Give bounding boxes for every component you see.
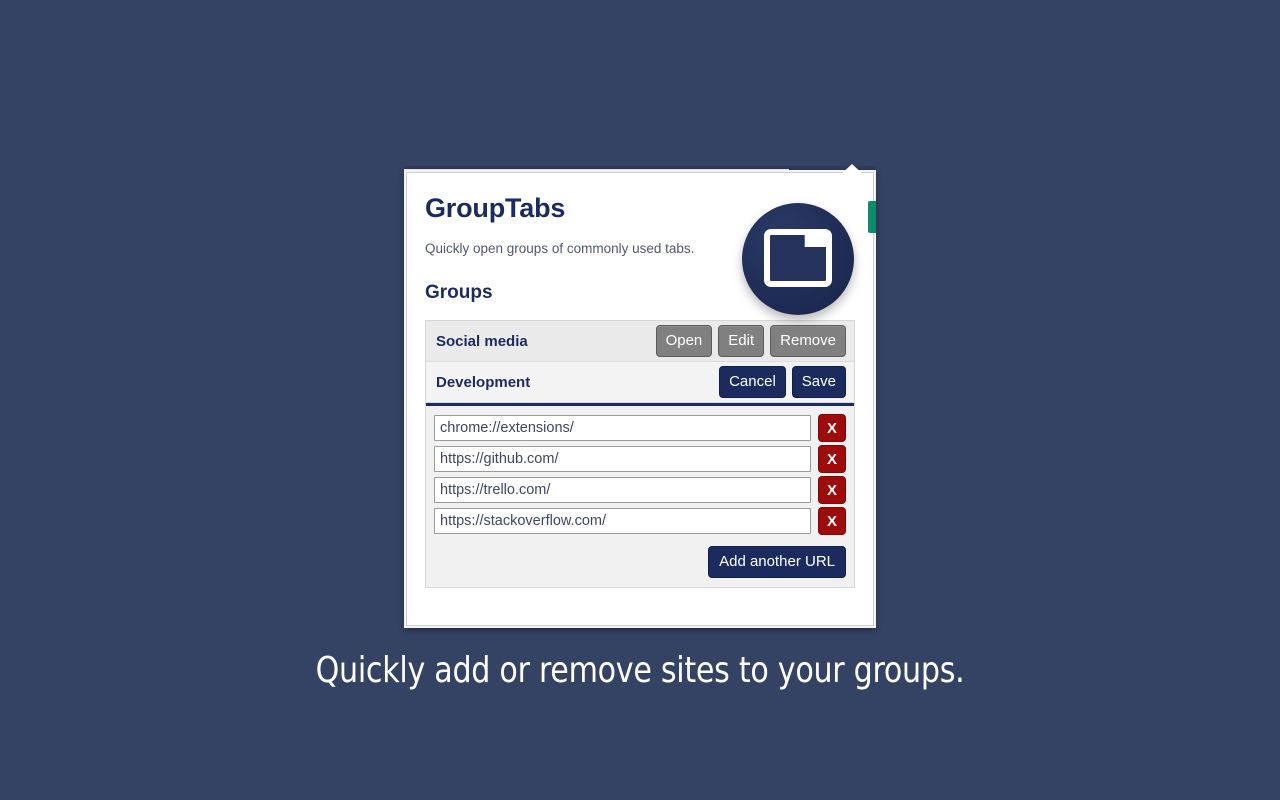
url-row: X [434, 414, 846, 443]
group-name: Social media [436, 332, 528, 350]
app-logo [742, 203, 854, 315]
url-row: X [434, 476, 846, 505]
group-actions: Open Edit Remove [655, 325, 846, 358]
remove-url-button-2[interactable]: X [818, 445, 846, 474]
remove-url-button-3[interactable]: X [818, 476, 846, 505]
group-edit-actions: Cancel Save [719, 366, 846, 399]
screenshot-stage: GroupTabs Quickly open groups of commonl… [0, 0, 1280, 800]
background-green-accent [868, 201, 876, 233]
group-name: Development [436, 373, 531, 391]
edit-group-button[interactable]: Edit [718, 325, 765, 358]
url-input-2[interactable] [434, 446, 811, 473]
remove-group-button[interactable]: Remove [770, 325, 846, 358]
group-row-social-media[interactable]: Social media Open Edit Remove [426, 321, 854, 363]
url-input-3[interactable] [434, 477, 811, 504]
url-input-4[interactable] [434, 508, 811, 535]
add-url-row: Add another URL [434, 538, 846, 579]
url-input-1[interactable] [434, 415, 811, 442]
folder-tab-icon-shape [770, 235, 826, 281]
add-another-url-button[interactable]: Add another URL [708, 546, 846, 579]
url-editor: X X X X Add another U [426, 403, 854, 589]
folder-tab-icon [764, 229, 832, 287]
save-group-button[interactable]: Save [791, 366, 846, 399]
promo-caption: Quickly add or remove sites to your grou… [315, 650, 965, 691]
groups-list: Social media Open Edit Remove Developmen… [425, 320, 855, 589]
popup-pointer-arrow [838, 164, 866, 177]
url-row: X [434, 445, 846, 474]
remove-url-button-4[interactable]: X [818, 507, 846, 536]
url-row: X [434, 507, 846, 536]
popup-content: GroupTabs Quickly open groups of commonl… [406, 172, 874, 626]
extension-popup: GroupTabs Quickly open groups of commonl… [404, 170, 876, 628]
remove-url-button-1[interactable]: X [818, 414, 846, 443]
open-group-button[interactable]: Open [655, 325, 713, 358]
cancel-edit-button[interactable]: Cancel [719, 366, 786, 399]
group-row-development[interactable]: Development Cancel Save [426, 362, 854, 404]
